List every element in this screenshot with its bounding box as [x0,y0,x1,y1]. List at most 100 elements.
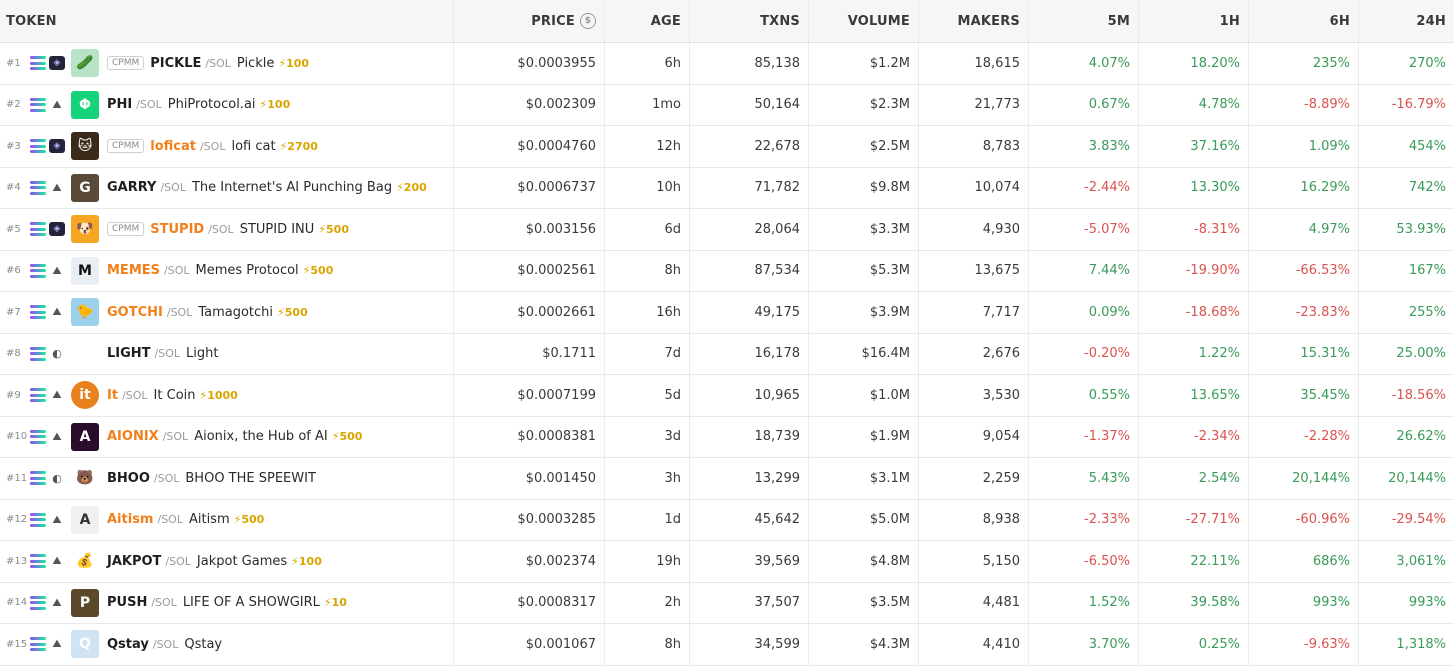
token-symbol[interactable]: Aitism [107,512,153,527]
token-symbol[interactable]: Qstay [107,637,149,652]
token-cell[interactable]: #12 ⛰ A Aitism/SOL Aitism ⚡500 [0,499,454,540]
volume-cell-value: $2.5M [869,138,910,154]
token-symbol[interactable]: PUSH [107,595,147,610]
makers-cell-value: 7,717 [982,304,1020,320]
token-cell[interactable]: #10 ⛰ A AIONIX/SOL Aionix, the Hub of AI ⚡500 [0,416,454,457]
token-cell[interactable]: #9 ⛰ it It/SOL It Coin ⚡1000 [0,375,454,416]
solana-chain-icon [30,56,46,71]
col-volume-header[interactable]: VOLUME [809,0,919,42]
txns-cell: 87,534 [690,250,809,291]
col-age-header[interactable]: AGE [605,0,690,42]
col-1h-header[interactable]: 1H [1139,0,1249,42]
token-symbol[interactable]: LIGHT [107,346,151,361]
change-5m-value: -2.33% [1084,512,1130,528]
change-1h-value: -8.31% [1194,221,1240,237]
change-24h-value: 255% [1408,304,1446,320]
col-24h-header[interactable]: 24H [1359,0,1454,42]
pump-dex-icon: ⛰ [52,637,62,651]
token-symbol[interactable]: GARRY [107,180,156,195]
token-symbol[interactable]: PICKLE [150,56,201,71]
token-symbol[interactable]: GOTCHI [107,305,163,320]
volume-cell-value: $3.9M [869,304,910,320]
pump-dex-icon: ⛰ [52,305,62,319]
rank-label: #15 [6,638,28,650]
table-row[interactable]: #1 ◈ 🥒 CPMM PICKLE/SOL Pickle ⚡100 $0.0003955 6h… [0,43,1454,85]
change-6h-value: 235% [1312,55,1350,71]
boost-badge: ⚡10 [323,596,347,610]
change-5m-value: -2.44% [1084,180,1130,196]
price-cell-value: $0.0003955 [517,55,596,71]
table-row[interactable]: #7 ⛰ 🐤 GOTCHI/SOL Tamagotchi ⚡500 $0.0002661 16… [0,292,1454,334]
rank-label: #1 [6,57,21,69]
txns-cell: 49,175 [690,292,809,333]
volume-cell-value: $9.8M [869,180,910,196]
token-symbol[interactable]: BHOO [107,471,150,486]
token-symbol[interactable]: It [107,388,118,403]
solana-chain-icon [30,637,46,652]
col-txns-header[interactable]: TXNS [690,0,809,42]
makers-cell-value: 8,783 [982,138,1020,154]
table-row[interactable]: #15 ⛰ Q Qstay/SOL Qstay $0.001067 8h 34,599 $4.3… [0,624,1454,666]
table-row[interactable]: #11 ◐ 🐻 BHOO/SOL BHOO THE SPEEWIT $0.001450 3h… [0,458,1454,500]
change-24h-cell: -18.56% [1359,375,1454,416]
change-6h-cell: 235% [1249,43,1359,84]
token-cell[interactable]: #3 ◈ 🐱 CPMM loficat/SOL lofi cat ⚡2700 [0,126,454,167]
token-symbol[interactable]: loficat [150,139,196,154]
token-cell[interactable]: #11 ◐ 🐻 BHOO/SOL BHOO THE SPEEWIT [0,458,454,499]
token-cell[interactable]: #15 ⛰ Q Qstay/SOL Qstay [0,624,454,665]
table-row[interactable]: #5 ◈ 🐶 CPMM STUPID/SOL STUPID INU ⚡500 $0.00315… [0,209,1454,251]
token-symbol[interactable]: PHI [107,97,132,112]
token-cell[interactable]: #14 ⛰ P PUSH/SOL LIFE OF A SHOWGIRL ⚡10 [0,582,454,623]
table-row[interactable]: #9 ⛰ it It/SOL It Coin ⚡1000 $0.0007199 5d 10,96… [0,375,1454,417]
token-cell[interactable]: #2 ⛰ Φ PHI/SOL PhiProtocol.ai ⚡100 [0,84,454,125]
txns-cell-value: 28,064 [754,221,801,237]
solana-chain-icon [30,429,46,444]
makers-cell: 4,410 [919,624,1029,665]
token-cell[interactable]: #13 ⛰ 💰 JAKPOT/SOL Jakpot Games ⚡100 [0,541,454,582]
token-cell[interactable]: #6 ⛰ M MEMES/SOL Memes Protocol ⚡500 [0,250,454,291]
age-cell-value: 6h [664,55,681,71]
table-row[interactable]: #10 ⛰ A AIONIX/SOL Aionix, the Hub of AI ⚡500… [0,416,1454,458]
table-row[interactable]: #13 ⛰ 💰 JAKPOT/SOL Jakpot Games ⚡100 $0.002374… [0,541,1454,583]
change-24h-value: 270% [1408,55,1446,71]
token-cell[interactable]: #7 ⛰ 🐤 GOTCHI/SOL Tamagotchi ⚡500 [0,292,454,333]
change-1h-value: 18.20% [1190,55,1240,71]
change-24h-cell: 255% [1359,292,1454,333]
col-6h-header[interactable]: 6H [1249,0,1359,42]
makers-cell-value: 10,074 [974,180,1021,196]
token-avatar-icon: Φ [71,90,99,119]
table-row[interactable]: #8 ◐ LIGHT/SOL Light $0.1711 7d 16,178 $16.4M 2,… [0,333,1454,375]
price-cell-value: $0.0006737 [517,180,596,196]
rank-label: #10 [6,431,28,443]
col-price-header[interactable]: PRICE $ [454,0,605,42]
token-cell[interactable]: #8 ◐ LIGHT/SOL Light [0,333,454,374]
boost-badge: ⚡2700 [279,139,318,153]
volume-cell-value: $3.1M [869,470,910,486]
token-cell[interactable]: #5 ◈ 🐶 CPMM STUPID/SOL STUPID INU ⚡500 [0,209,454,250]
table-row[interactable]: #3 ◈ 🐱 CPMM loficat/SOL lofi cat ⚡2700 $0.00047… [0,126,1454,168]
table-row[interactable]: #12 ⛰ A Aitism/SOL Aitism ⚡500 $0.0003285 1d 45,… [0,499,1454,541]
col-5m-header[interactable]: 5M [1029,0,1139,42]
table-row[interactable]: #2 ⛰ Φ PHI/SOL PhiProtocol.ai ⚡100 $0.002309 1m… [0,84,1454,126]
token-symbol[interactable]: MEMES [107,263,160,278]
change-5m-cell: -0.20% [1029,333,1139,374]
rank-label: #4 [6,182,21,194]
change-5m-value: 0.55% [1088,387,1130,403]
change-6h-cell: 4.97% [1249,209,1359,250]
table-row[interactable]: #14 ⛰ P PUSH/SOL LIFE OF A SHOWGIRL ⚡10 $0.000… [0,582,1454,624]
token-symbol[interactable]: STUPID [150,222,204,237]
token-avatar-icon: 🥒 [71,49,99,78]
age-cell: 8h [605,250,690,291]
token-cell[interactable]: #1 ◈ 🥒 CPMM PICKLE/SOL Pickle ⚡100 [0,43,454,84]
price-cell: $0.0008381 [454,416,605,457]
col-makers-header[interactable]: MAKERS [919,0,1029,42]
dollar-icon[interactable]: $ [580,13,596,29]
change-24h-value: 167% [1408,263,1446,279]
token-cell[interactable]: #4 ⛰ G GARRY/SOL The Internet's AI Punching … [0,167,454,208]
token-symbol[interactable]: AIONIX [107,429,159,444]
table-row[interactable]: #4 ⛰ G GARRY/SOL The Internet's AI Punching … [0,167,1454,209]
table-row[interactable]: #6 ⛰ M MEMES/SOL Memes Protocol ⚡500 $0.000256… [0,250,1454,292]
age-cell: 3h [605,458,690,499]
col-token-header[interactable]: TOKEN [0,0,454,42]
token-symbol[interactable]: JAKPOT [107,554,161,569]
